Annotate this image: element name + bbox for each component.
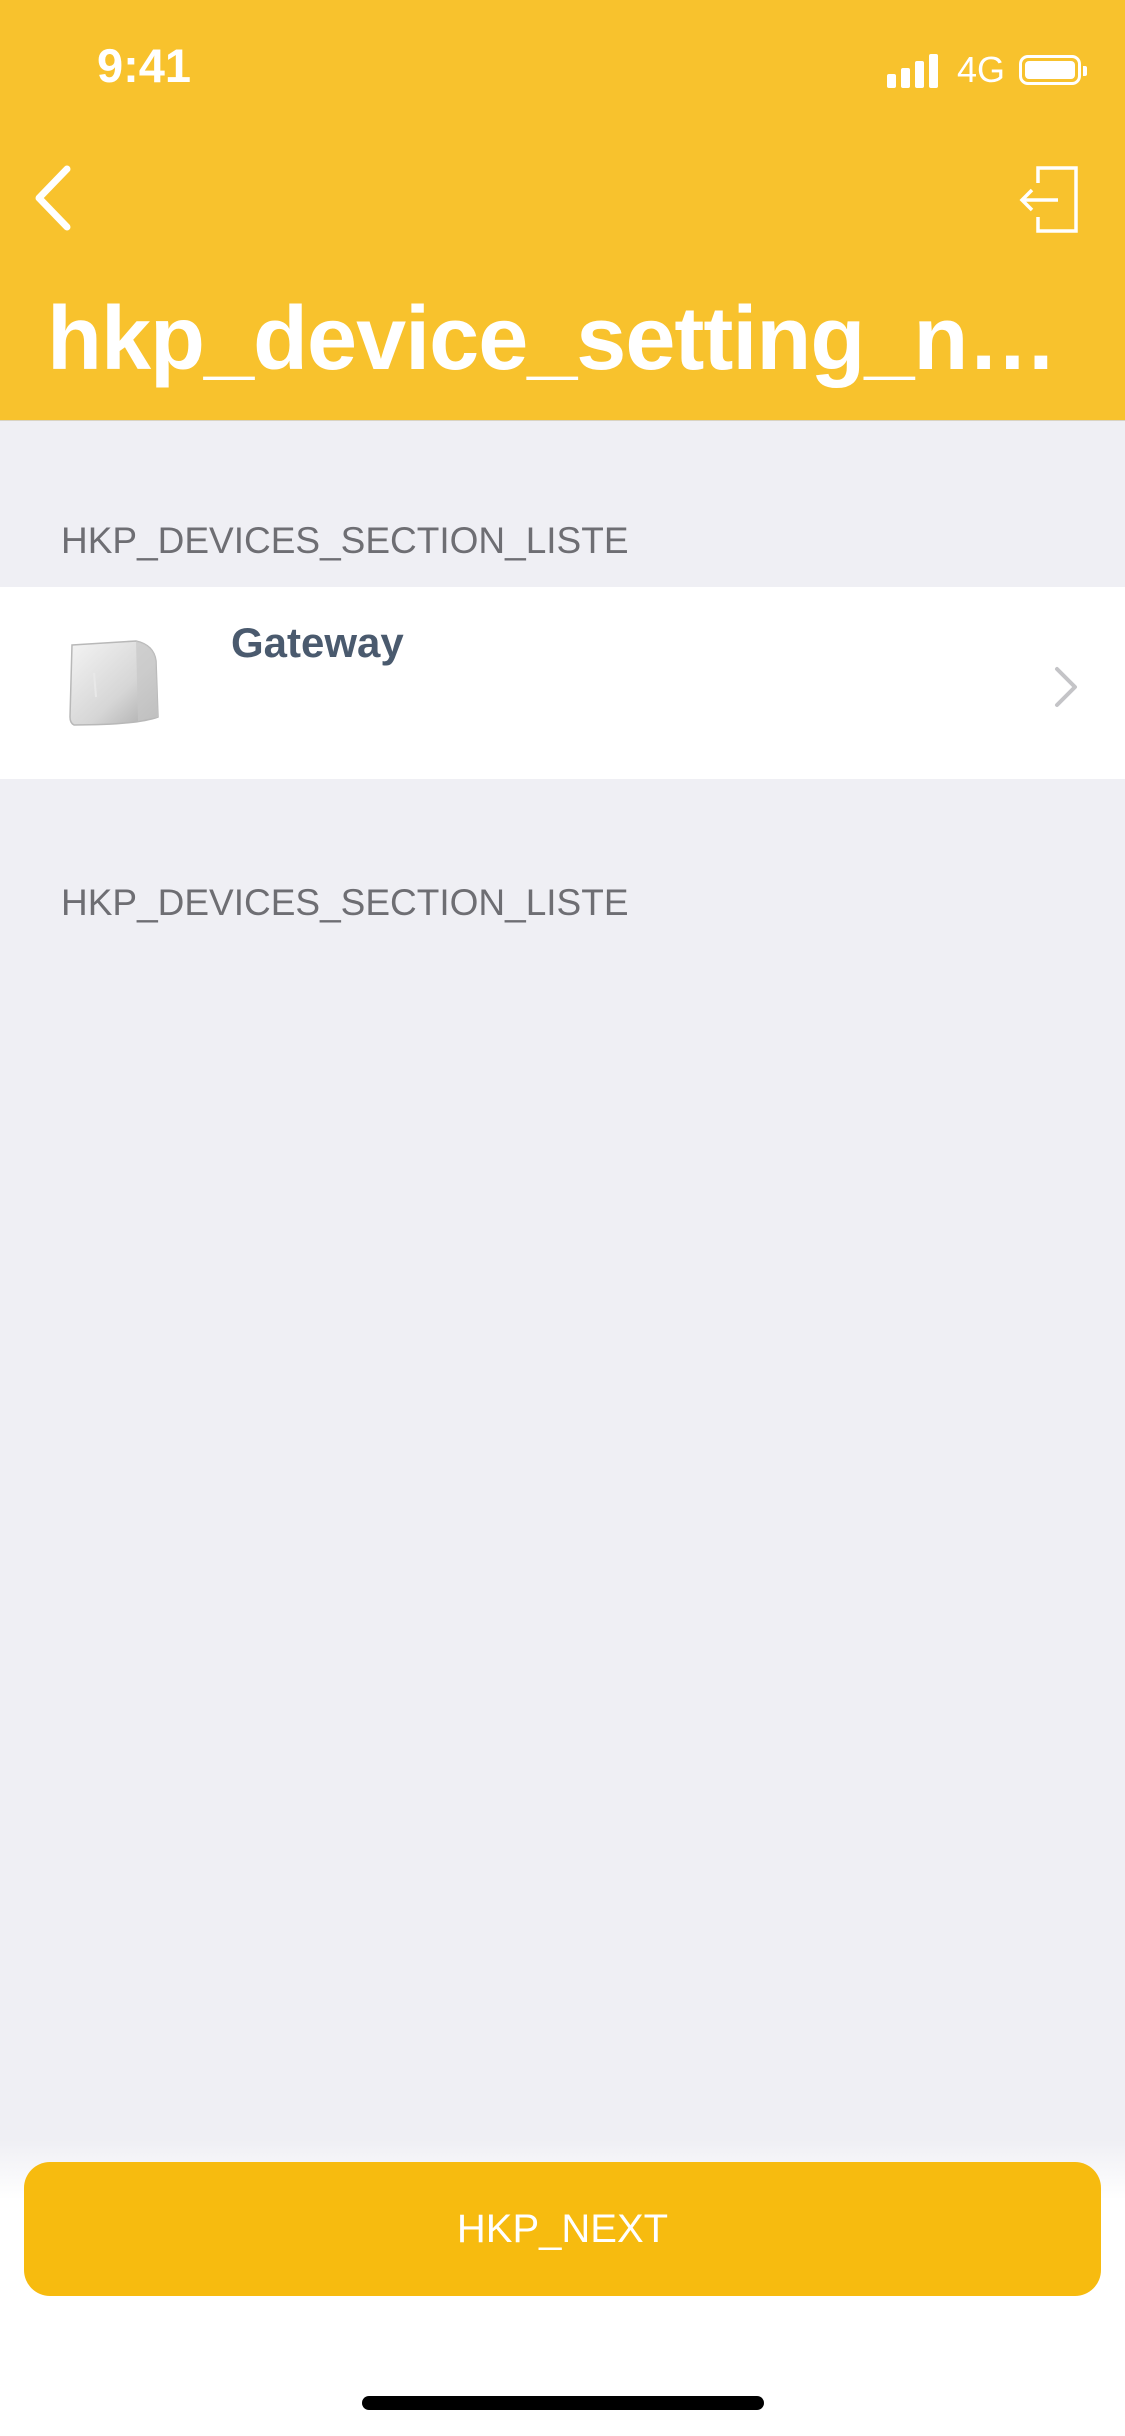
battery-icon bbox=[1019, 55, 1087, 85]
nav-header: 9:41 4G hkp_device_setting_name_title bbox=[0, 0, 1125, 421]
gateway-device-image bbox=[69, 640, 159, 726]
home-indicator bbox=[362, 2396, 764, 2410]
network-type: 4G bbox=[956, 49, 1005, 90]
logout-icon bbox=[1019, 166, 1078, 233]
page-title: hkp_device_setting_name_title bbox=[47, 289, 1067, 389]
chevron-left-icon bbox=[35, 165, 71, 231]
signal-icon bbox=[886, 52, 943, 88]
list-item-gateway[interactable]: Gateway bbox=[0, 587, 1125, 779]
status-time: 9:41 bbox=[97, 39, 192, 92]
back-button[interactable] bbox=[18, 158, 88, 238]
logout-button[interactable] bbox=[1005, 155, 1095, 245]
chevron-right-icon bbox=[1055, 667, 1077, 707]
device-name: Gateway bbox=[231, 619, 404, 666]
section-header: HKP_DEVICES_SECTION_LISTE bbox=[61, 520, 629, 561]
next-button[interactable]: HKP_NEXT bbox=[24, 2162, 1101, 2296]
section-header: HKP_DEVICES_SECTION_LISTE bbox=[61, 882, 629, 923]
status-indicators: 4G bbox=[886, 48, 1087, 92]
